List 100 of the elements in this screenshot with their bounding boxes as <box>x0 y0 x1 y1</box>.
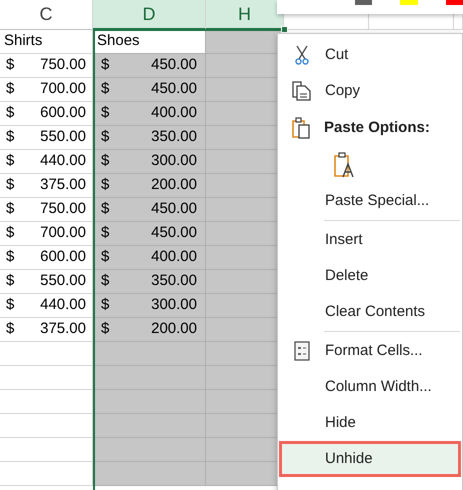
sheet-cell[interactable]: $ 550.00 <box>0 126 93 150</box>
column-title: Shirts <box>4 31 42 52</box>
column-header[interactable]: D <box>93 0 206 30</box>
sheet-cell[interactable]: $ 550.00 <box>0 270 93 294</box>
color-swatch[interactable] <box>446 0 463 5</box>
sheet-cell[interactable]: $ 350.00 <box>93 270 206 294</box>
currency-symbol: $ <box>6 271 14 292</box>
currency-symbol: $ <box>6 151 14 172</box>
amount: 400.00 <box>151 247 197 268</box>
amount: 600.00 <box>40 103 86 124</box>
sheet-cell[interactable]: $ 450.00 <box>93 78 206 102</box>
color-swatch[interactable] <box>355 0 372 5</box>
amount: 350.00 <box>151 271 197 292</box>
paste-text-icon <box>334 152 356 178</box>
sheet-cell[interactable]: $ 400.00 <box>93 102 206 126</box>
currency-symbol: $ <box>101 271 110 292</box>
sheet-cell[interactable] <box>0 438 93 462</box>
scissors-icon <box>295 45 309 65</box>
menu-item[interactable]: Column Width... <box>279 369 461 405</box>
sheet-cell[interactable]: Shirts <box>0 30 93 54</box>
sheet-cell[interactable]: $ 300.00 <box>93 150 206 174</box>
sheet-cell[interactable]: $ 400.00 <box>93 246 206 270</box>
amount: 700.00 <box>40 79 86 100</box>
amount: 750.00 <box>40 199 86 220</box>
menu-item[interactable]: Delete <box>279 258 461 294</box>
sheet-cell[interactable]: $ 600.00 <box>0 246 93 270</box>
currency-symbol: $ <box>6 103 14 124</box>
sheet-cell[interactable] <box>93 438 206 462</box>
menu-item[interactable]: Copy <box>279 73 461 109</box>
sheet-cell[interactable] <box>0 390 93 414</box>
menu-item[interactable]: Unhide <box>279 441 461 477</box>
currency-symbol: $ <box>101 199 110 220</box>
column-header[interactable]: H <box>206 0 284 30</box>
amount: 750.00 <box>40 55 86 76</box>
sheet-cell[interactable] <box>93 366 206 390</box>
column-title: Shoes <box>97 31 140 52</box>
amount: 300.00 <box>151 151 197 172</box>
menu-item[interactable]: Cut <box>279 37 461 73</box>
sheet-cell[interactable] <box>0 342 93 366</box>
sheet-cell[interactable]: $ 350.00 <box>93 126 206 150</box>
sheet-cell[interactable] <box>0 414 93 438</box>
sheet-cell[interactable]: $ 750.00 <box>0 54 93 78</box>
sheet-cell[interactable]: $ 600.00 <box>0 102 93 126</box>
currency-symbol: $ <box>6 55 14 76</box>
currency-symbol: $ <box>101 223 110 244</box>
menu-item[interactable]: Format Cells... <box>279 333 461 369</box>
fill-handle[interactable] <box>281 26 288 33</box>
column-header[interactable]: C <box>0 0 93 30</box>
sheet-cell[interactable] <box>93 414 206 438</box>
sheet-cell[interactable] <box>93 390 206 414</box>
amount: 440.00 <box>40 151 86 172</box>
amount: 450.00 <box>151 199 197 220</box>
sheet-cell[interactable]: $ 450.00 <box>93 198 206 222</box>
currency-symbol: $ <box>101 79 110 100</box>
currency-symbol: $ <box>6 295 14 316</box>
amount: 200.00 <box>151 319 197 340</box>
sheet-cell[interactable]: $ 700.00 <box>0 78 93 102</box>
sheet-cell[interactable]: $ 300.00 <box>93 294 206 318</box>
sheet-cell[interactable]: $ 450.00 <box>93 222 206 246</box>
menu-item[interactable]: Clear Contents <box>279 294 461 330</box>
sheet-cell[interactable] <box>0 462 93 486</box>
amount: 550.00 <box>40 127 86 148</box>
amount: 200.00 <box>151 175 197 196</box>
amount: 450.00 <box>151 55 197 76</box>
format-cells-icon <box>294 341 310 361</box>
menu-item[interactable]: Paste Special... <box>279 183 461 219</box>
sheet-cell[interactable]: $ 750.00 <box>0 198 93 222</box>
sheet-cell[interactable]: $ 440.00 <box>0 294 93 318</box>
menu-item[interactable]: Hide <box>279 405 461 441</box>
currency-symbol: $ <box>101 103 110 124</box>
sheet-cell[interactable]: $ 700.00 <box>0 222 93 246</box>
amount: 440.00 <box>40 295 86 316</box>
currency-symbol: $ <box>6 175 14 196</box>
currency-symbol: $ <box>6 199 14 220</box>
amount: 375.00 <box>40 319 86 340</box>
currency-symbol: $ <box>101 247 110 268</box>
menu-item[interactable]: Insert <box>279 222 461 258</box>
amount: 450.00 <box>151 223 197 244</box>
sheet-cell[interactable]: $ 200.00 <box>93 174 206 198</box>
copy-icon <box>292 81 312 101</box>
amount: 375.00 <box>40 175 86 196</box>
sheet-cell[interactable]: $ 375.00 <box>0 174 93 198</box>
amount: 550.00 <box>40 271 86 292</box>
sheet-cell[interactable]: $ 450.00 <box>93 54 206 78</box>
currency-symbol: $ <box>6 319 14 340</box>
currency-symbol: $ <box>101 175 110 196</box>
currency-symbol: $ <box>101 55 110 76</box>
amount: 450.00 <box>151 79 197 100</box>
amount: 350.00 <box>151 127 197 148</box>
sheet-cell[interactable] <box>0 366 93 390</box>
color-swatch[interactable] <box>400 0 418 5</box>
amount: 300.00 <box>151 295 197 316</box>
sheet-cell[interactable]: $ 440.00 <box>0 150 93 174</box>
clipboard-icon <box>292 117 310 139</box>
sheet-cell[interactable]: $ 200.00 <box>93 318 206 342</box>
currency-symbol: $ <box>6 79 14 100</box>
sheet-cell[interactable] <box>93 462 206 486</box>
sheet-cell[interactable]: Shoes <box>93 30 206 54</box>
sheet-cell[interactable]: $ 375.00 <box>0 318 93 342</box>
sheet-cell[interactable] <box>93 342 206 366</box>
